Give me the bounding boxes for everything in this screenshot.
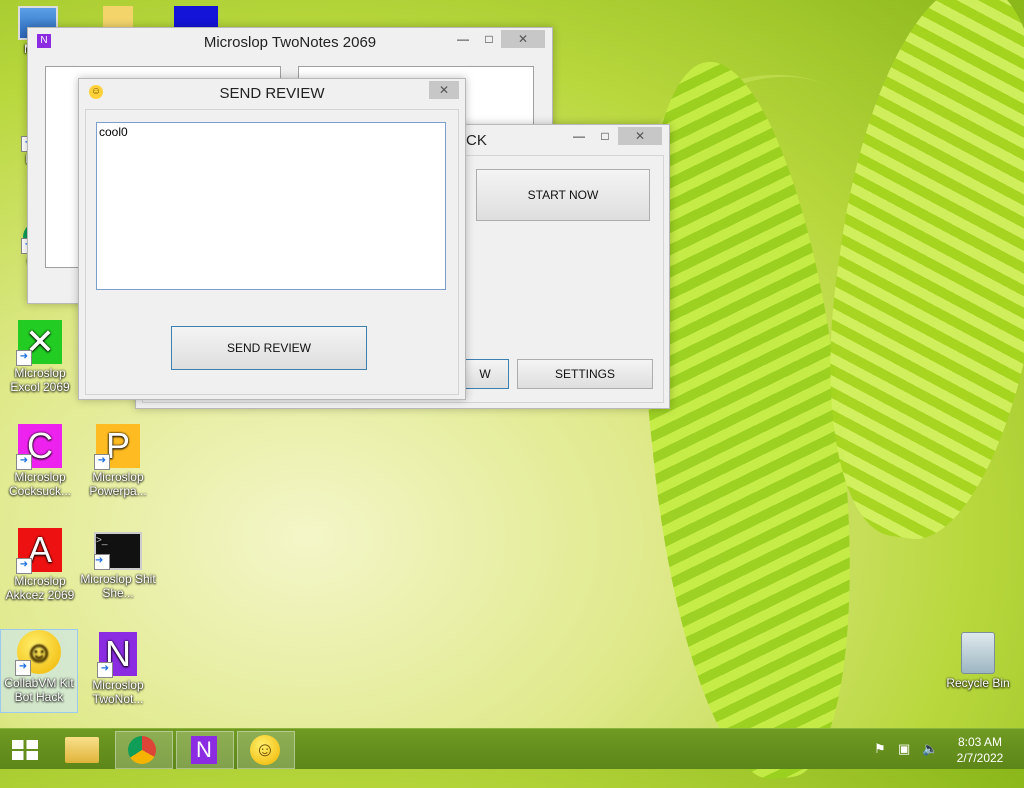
clock[interactable]: 8:03 AM 2/7/2022 (950, 734, 1010, 766)
minimize-button[interactable]: — (450, 30, 476, 48)
network-icon[interactable]: ▣ (898, 741, 910, 757)
akkcez-icon: A ➜ (16, 528, 62, 574)
desktop-icon-twonot[interactable]: N ➜ Microslop TwoNot... (80, 632, 156, 706)
close-button[interactable]: ✕ (501, 30, 545, 48)
desktop-icon-excol[interactable]: ✕ ➜ Microslop Excol 2069 (2, 320, 78, 394)
cocksuck-icon: C ➜ (16, 424, 62, 470)
partial-button[interactable]: W (461, 359, 509, 389)
twonot-icon: N (191, 736, 217, 764)
volume-muted-icon[interactable]: 🔈 (922, 741, 938, 757)
taskbar: N ☺ ⚑ ▣ 🔈 8:03 AM 2/7/2022 (0, 728, 1024, 769)
start-now-button[interactable]: START NOW (476, 169, 650, 221)
send-review-dialog[interactable]: ☺ SEND REVIEW ✕ cool0 SEND REVIEW (78, 78, 466, 400)
desktop-icon-cocksuck[interactable]: C ➜ Microslop Cocksuck... (2, 424, 78, 498)
desktop-icon-akkcez[interactable]: A ➜ Microslop Akkcez 2069 (2, 528, 78, 602)
folder-icon (65, 737, 99, 763)
review-titlebar[interactable]: ☺ SEND REVIEW ✕ (79, 79, 465, 107)
minimize-button[interactable]: — (566, 127, 592, 145)
desktop-icon-collabvm[interactable]: ☺ ➜ CollabVM Kit Bot Hack (0, 629, 78, 713)
clock-date: 2/7/2022 (956, 751, 1004, 765)
desktop-icon-label: Microslop Shit She... (80, 572, 156, 600)
powerpa-icon: P ➜ (94, 424, 140, 470)
close-button[interactable]: ✕ (618, 127, 662, 145)
settings-button[interactable]: SETTINGS (517, 359, 653, 389)
desktop-icon-label: Recycle Bin (946, 676, 1010, 690)
smiley-icon: ☺ (250, 735, 280, 765)
terminal-icon: >_ ➜ (94, 532, 142, 570)
desktop-icon-label: Microslop Akkcez 2069 (5, 574, 75, 602)
dialog-title: SEND REVIEW (219, 85, 325, 102)
window-title: CK (466, 132, 487, 149)
desktop-icon-shitshe[interactable]: >_ ➜ Microslop Shit She... (80, 532, 156, 600)
desktop-icon-label: Microslop Cocksuck... (8, 470, 71, 498)
review-content-panel: cool0 SEND REVIEW (85, 109, 459, 395)
desktop-icon-powerpa[interactable]: P ➜ Microslop Powerpa... (80, 424, 156, 498)
start-button[interactable] (0, 731, 50, 767)
desktop-icon-label: Microslop Excol 2069 (10, 366, 70, 394)
desktop-icon-label: Microslop TwoNot... (92, 678, 144, 706)
windows-logo-icon (12, 740, 38, 760)
excol-icon: ✕ ➜ (16, 320, 62, 366)
close-button[interactable]: ✕ (429, 81, 459, 99)
taskbar-twonotes[interactable]: N (176, 731, 234, 769)
smiley-icon: ☺ ➜ (15, 630, 61, 676)
maximize-button[interactable]: □ (476, 30, 502, 48)
taskbar-file-explorer[interactable] (55, 731, 111, 767)
twonotes-titlebar[interactable]: N Microslop TwoNotes 2069 — □ ✕ (28, 28, 552, 56)
twonot-icon: N ➜ (97, 632, 137, 678)
folder-icon (103, 6, 133, 28)
chrome-icon (128, 736, 156, 764)
taskbar-collabvm[interactable]: ☺ (237, 731, 295, 769)
taskbar-chrome[interactable] (115, 731, 173, 769)
recycle-bin-icon (961, 632, 995, 674)
clock-time: 8:03 AM (957, 735, 1003, 749)
review-textbox[interactable]: cool0 (96, 122, 446, 290)
desktop-icon-label: CollabVM Kit Bot Hack (4, 676, 74, 704)
maximize-button[interactable]: □ (592, 127, 618, 145)
desktop-icon-recycle-bin[interactable]: Recycle Bin (940, 632, 1016, 690)
send-review-button[interactable]: SEND REVIEW (171, 326, 367, 370)
desktop-icon-label: Microslop Powerpa... (89, 470, 147, 498)
action-center-flag-icon[interactable]: ⚑ (874, 741, 886, 757)
